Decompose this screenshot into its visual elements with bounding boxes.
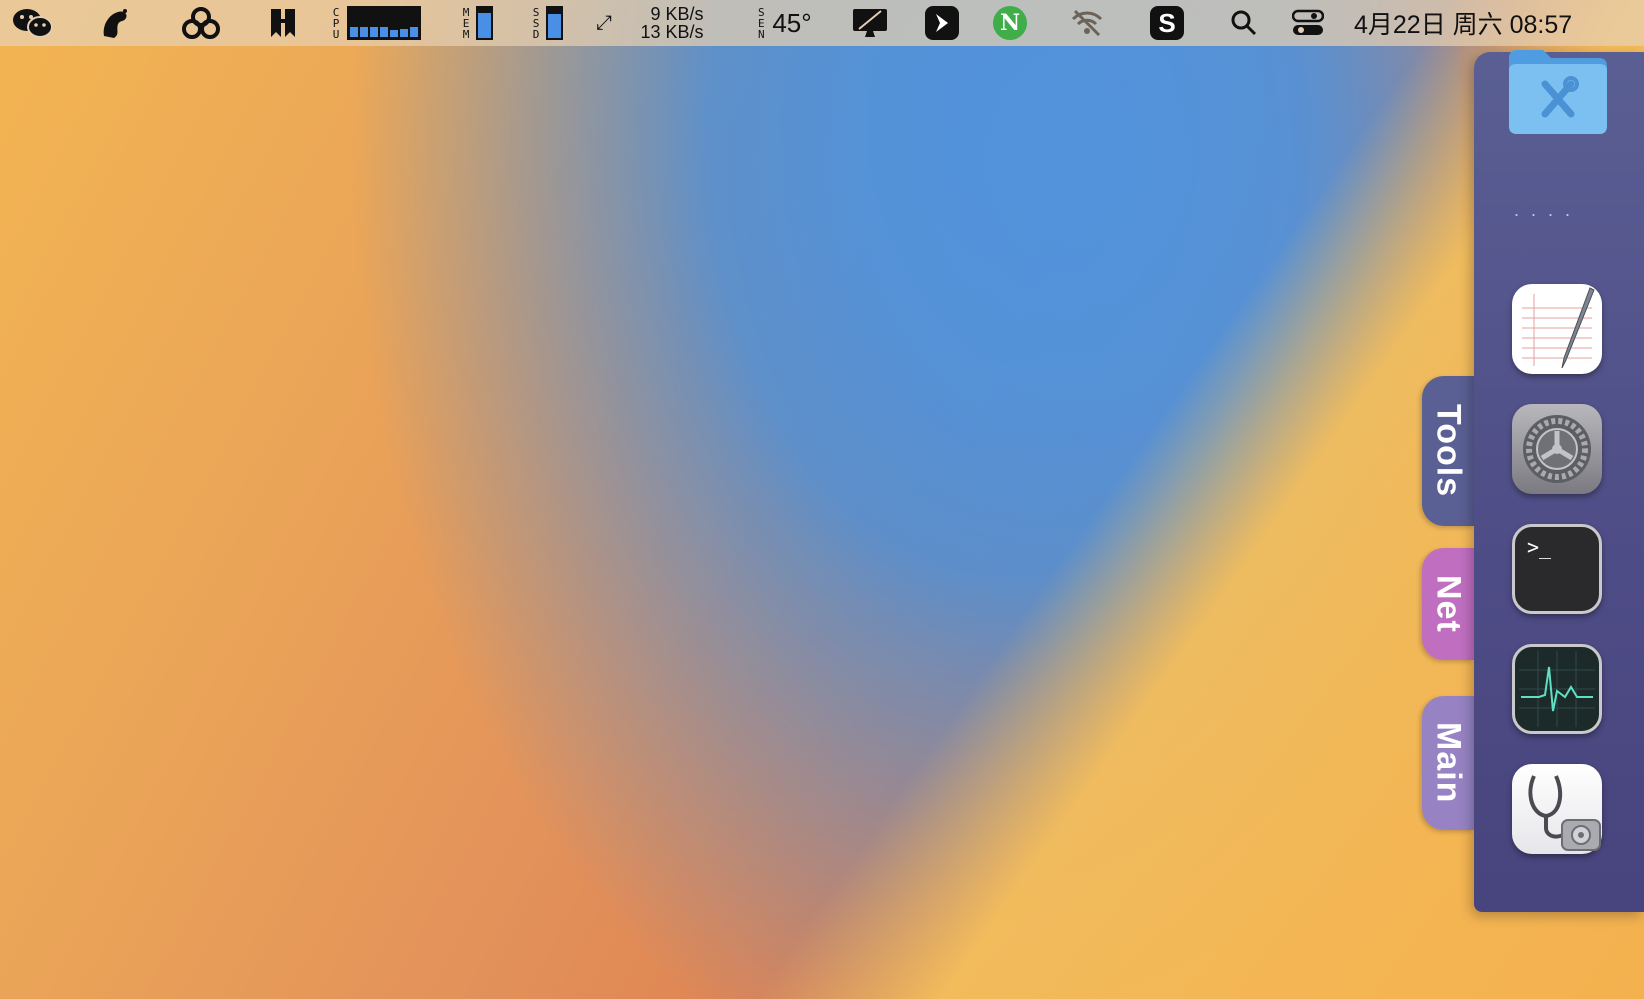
tab-net[interactable]: Net xyxy=(1422,548,1474,660)
control-center-icon[interactable] xyxy=(1286,0,1330,46)
system-preferences-icon[interactable] xyxy=(1512,404,1602,494)
sensor-monitor[interactable]: SEN 45° xyxy=(748,0,820,46)
temperature-value: 45° xyxy=(772,7,812,38)
dock-separator: .... xyxy=(1514,200,1583,220)
terminal-icon[interactable]: >_ xyxy=(1512,524,1602,614)
utilities-folder-icon[interactable] xyxy=(1505,48,1611,136)
mem-gauge xyxy=(476,6,493,40)
cpu-core-bar xyxy=(350,27,358,37)
cpu-monitor[interactable]: CPU xyxy=(326,0,426,46)
cpu-core-bar xyxy=(370,27,378,37)
memory-monitor[interactable]: MEM xyxy=(452,0,502,46)
display-icon[interactable] xyxy=(848,0,892,46)
tab-main[interactable]: Main xyxy=(1422,696,1474,830)
ssd-label: SSD xyxy=(532,5,540,41)
bookmark-icon[interactable] xyxy=(260,0,306,46)
n-app-icon[interactable]: N xyxy=(988,0,1032,46)
cpu-core-bar xyxy=(410,27,418,37)
activity-monitor-icon[interactable] xyxy=(1512,644,1602,734)
squirrel-icon[interactable] xyxy=(92,0,138,46)
tab-net-label: Net xyxy=(1429,575,1468,633)
network-speed[interactable]: 9 KB/s 13 KB/s xyxy=(624,0,720,46)
clock-text: 4月22日 周六 08:57 xyxy=(1354,11,1573,39)
menu-bar: CPU MEM SSD ⤢ 9 KB/s 13 KB/s SEN 45° N S xyxy=(0,0,1644,46)
search-icon[interactable] xyxy=(1222,0,1266,46)
wechat-icon[interactable] xyxy=(10,0,56,46)
cpu-core-bar xyxy=(380,27,388,37)
ssd-monitor[interactable]: SSD xyxy=(522,0,572,46)
ssd-gauge xyxy=(546,6,563,40)
net-upload-speed: 9 KB/s xyxy=(650,4,704,24)
network-arrows-icon: ⤢ xyxy=(596,11,612,34)
baidu-netdisk-icon[interactable] xyxy=(178,0,224,46)
clock[interactable]: 4月22日 周六 08:57 xyxy=(1354,0,1634,46)
cpu-label: CPU xyxy=(332,5,340,41)
disk-utility-icon[interactable] xyxy=(1512,764,1602,854)
terminal-prompt: >_ xyxy=(1527,535,1552,559)
wifi-off-icon[interactable] xyxy=(1064,0,1110,46)
cpu-core-bar xyxy=(400,28,408,37)
tab-main-label: Main xyxy=(1429,722,1468,804)
sogou-input-icon[interactable]: S xyxy=(1144,0,1190,46)
sen-label: SEN xyxy=(758,5,765,41)
tab-tools[interactable]: Tools xyxy=(1422,376,1474,526)
tab-tools-label: Tools xyxy=(1429,404,1468,498)
textedit-icon[interactable] xyxy=(1512,284,1602,374)
cpu-core-bar xyxy=(390,30,398,37)
net-download-speed: 13 KB/s xyxy=(640,22,704,42)
paw-app-icon[interactable] xyxy=(920,0,964,46)
cpu-graph xyxy=(347,6,421,40)
mem-label: MEM xyxy=(462,5,470,41)
cpu-core-bar xyxy=(360,27,368,37)
